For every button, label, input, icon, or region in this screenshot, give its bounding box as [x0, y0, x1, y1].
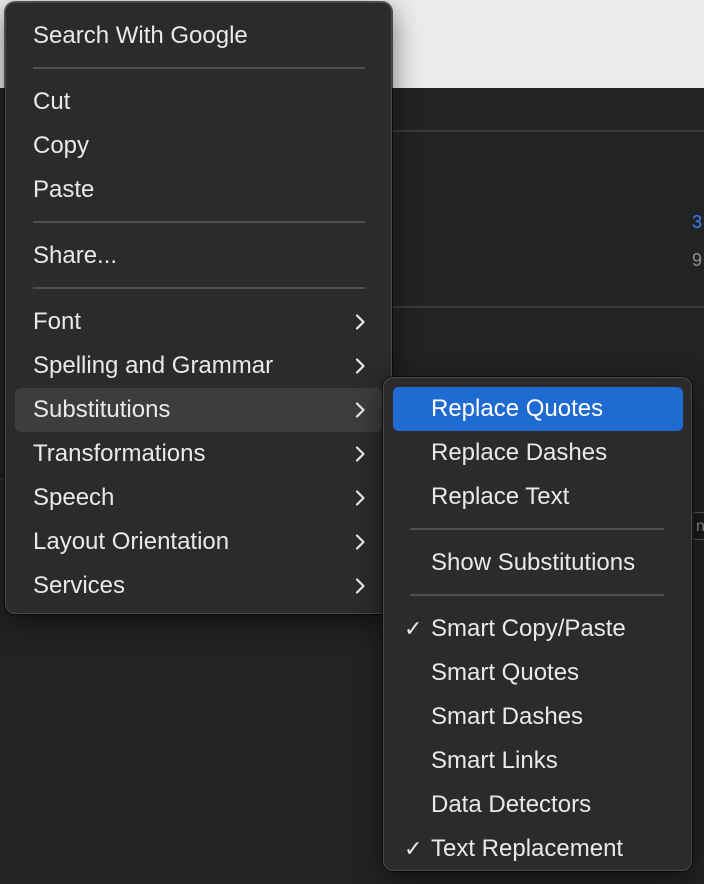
chevron-right-icon — [355, 534, 365, 550]
menu-item-copy[interactable]: Copy — [15, 124, 382, 168]
menu-item-label: Layout Orientation — [33, 528, 230, 555]
submenu-item-replace-quotes[interactable]: Replace Quotes — [393, 387, 683, 431]
menu-item-label: Cut — [33, 88, 71, 115]
menu-item-layout-orientation[interactable]: Layout Orientation — [15, 520, 382, 564]
menu-item-share[interactable]: Share... — [15, 234, 382, 278]
menu-item-label: Paste — [33, 176, 95, 203]
menu-item-font[interactable]: Font — [15, 300, 382, 344]
menu-item-label: Smart Quotes — [431, 659, 580, 686]
chevron-right-icon — [355, 446, 365, 462]
context-menu: Search With Google Cut Copy Paste Share.… — [5, 2, 392, 614]
menu-item-label: Spelling and Grammar — [33, 352, 274, 379]
submenu-item-text-replacement[interactable]: ✓ Text Replacement — [393, 827, 683, 871]
submenu-item-replace-text[interactable]: Replace Text — [393, 475, 683, 519]
menu-item-transformations[interactable]: Transformations — [15, 432, 382, 476]
substitutions-submenu: Replace Quotes Replace Dashes Replace Te… — [383, 377, 692, 871]
submenu-item-smart-dashes[interactable]: Smart Dashes — [393, 695, 683, 739]
menu-item-label: Smart Dashes — [431, 703, 584, 730]
chevron-right-icon — [355, 358, 365, 374]
submenu-item-replace-dashes[interactable]: Replace Dashes — [393, 431, 683, 475]
background-value-link: 3 — [692, 212, 703, 232]
menu-separator — [410, 528, 664, 530]
checkmark-icon: ✓ — [404, 616, 423, 641]
background-divider — [392, 306, 704, 308]
chevron-right-icon — [355, 578, 365, 594]
chevron-right-icon — [355, 402, 365, 418]
menu-item-label: Text Replacement — [431, 835, 624, 862]
chevron-right-icon — [355, 314, 365, 330]
submenu-item-smart-copy-paste[interactable]: ✓ Smart Copy/Paste — [393, 607, 683, 651]
menu-item-search-with-google[interactable]: Search With Google — [15, 14, 382, 58]
menu-item-cut[interactable]: Cut — [15, 80, 382, 124]
submenu-item-smart-quotes[interactable]: Smart Quotes — [393, 651, 683, 695]
menu-item-label: Substitutions — [33, 396, 171, 423]
checkmark-icon: ✓ — [404, 836, 423, 861]
menu-item-label: Font — [33, 308, 82, 335]
menu-item-label: Smart Links — [431, 747, 558, 774]
menu-item-label: Copy — [33, 132, 90, 159]
background-input-field[interactable]: n — [692, 512, 704, 540]
menu-item-label: Replace Dashes — [431, 439, 608, 466]
menu-item-label: Smart Copy/Paste — [431, 615, 626, 642]
menu-item-label: Services — [33, 572, 126, 599]
menu-item-label: Replace Text — [431, 483, 570, 510]
submenu-item-data-detectors[interactable]: Data Detectors — [393, 783, 683, 827]
menu-separator — [33, 287, 365, 289]
submenu-item-show-substitutions[interactable]: Show Substitutions — [393, 541, 683, 585]
menu-separator — [33, 221, 365, 223]
menu-item-label: Share... — [33, 242, 118, 269]
menu-separator — [410, 594, 664, 596]
menu-item-speech[interactable]: Speech — [15, 476, 382, 520]
menu-item-paste[interactable]: Paste — [15, 168, 382, 212]
menu-item-services[interactable]: Services — [15, 564, 382, 608]
chevron-right-icon — [355, 490, 365, 506]
menu-item-label: Transformations — [33, 440, 206, 467]
menu-item-label: Show Substitutions — [431, 549, 636, 576]
background-divider — [392, 130, 704, 132]
menu-separator — [33, 67, 365, 69]
menu-item-substitutions[interactable]: Substitutions — [15, 388, 382, 432]
menu-item-label: Search With Google — [33, 22, 248, 49]
menu-item-label: Data Detectors — [431, 791, 592, 818]
menu-item-spelling-and-grammar[interactable]: Spelling and Grammar — [15, 344, 382, 388]
background-value: 9 — [692, 250, 703, 270]
submenu-item-smart-links[interactable]: Smart Links — [393, 739, 683, 783]
menu-item-label: Speech — [33, 484, 115, 511]
menu-item-label: Replace Quotes — [431, 395, 604, 422]
